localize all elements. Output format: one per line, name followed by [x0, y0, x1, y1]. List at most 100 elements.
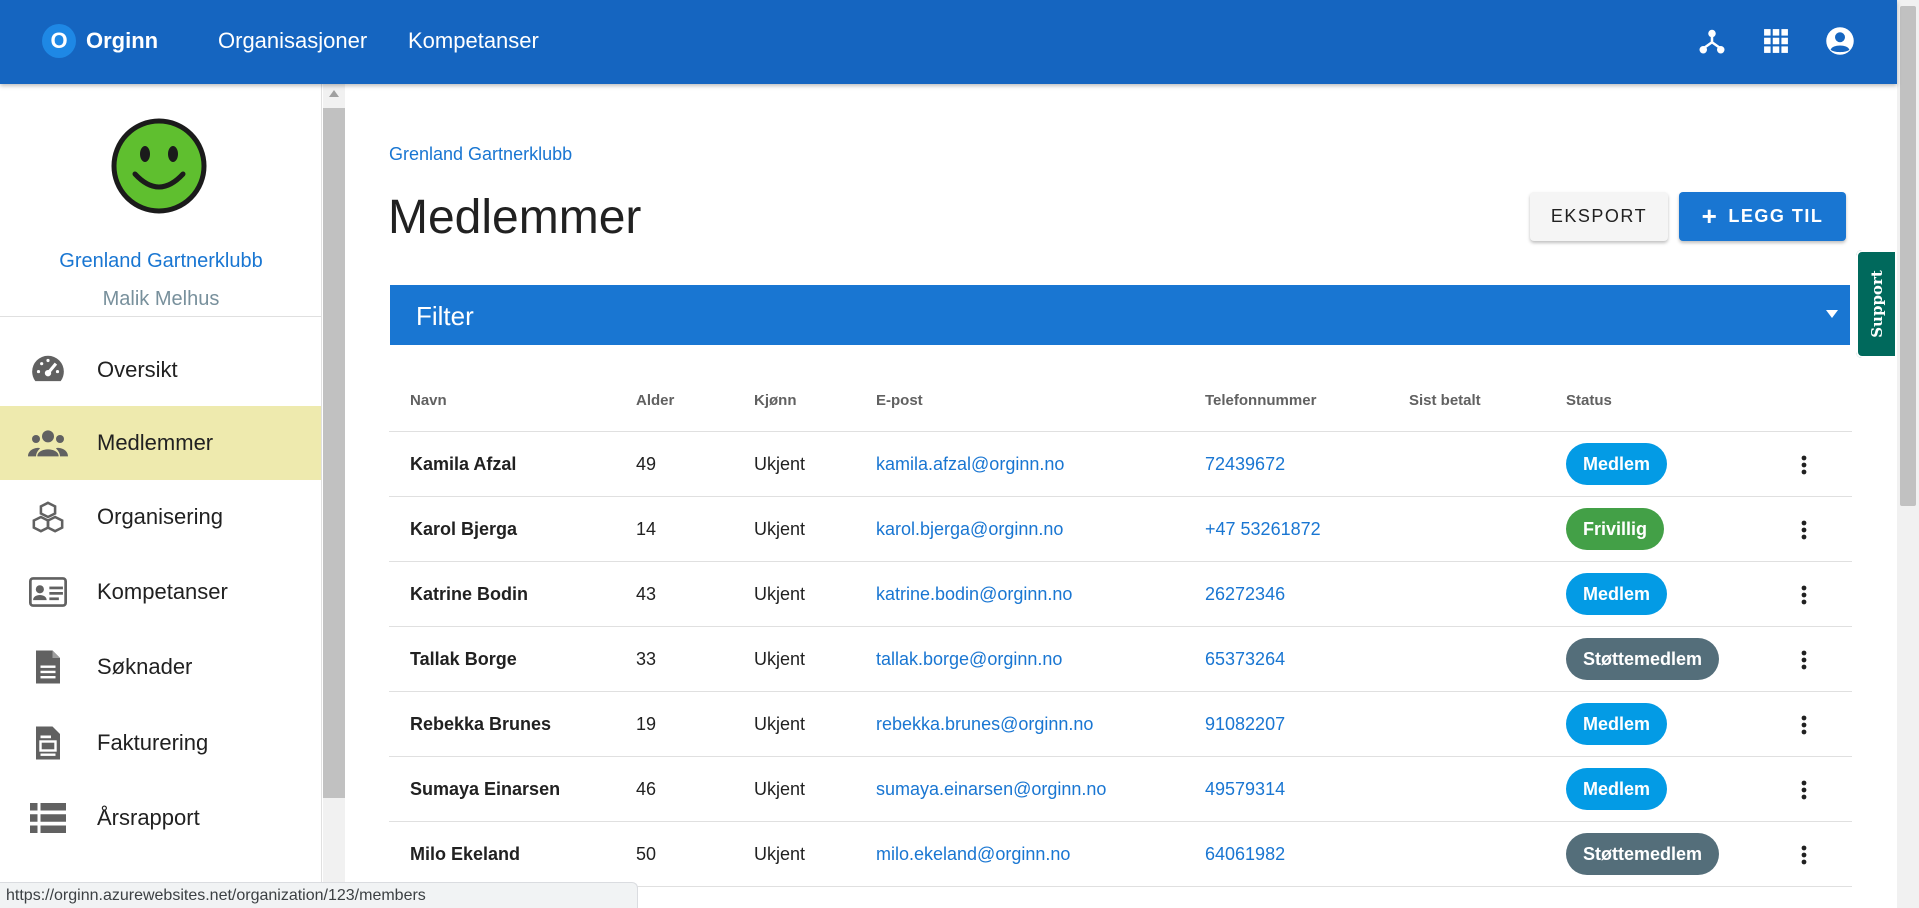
sidebar-org-name[interactable]: Grenland Gartnerklubb	[0, 250, 321, 273]
column-header-kjonn[interactable]: Kjønn	[754, 392, 797, 409]
member-phone-link[interactable]: +47 53261872	[1205, 519, 1321, 540]
member-email-link[interactable]: katrine.bodin@orginn.no	[876, 584, 1072, 605]
column-header-navn[interactable]: Navn	[410, 392, 447, 409]
table-row[interactable]: Sumaya Einarsen 46 Ukjent sumaya.einarsen@o…	[389, 757, 1852, 822]
member-phone-link[interactable]: 72439672	[1205, 454, 1285, 475]
sidebar-item-organisering[interactable]: Organisering	[0, 480, 321, 554]
sidebar-item-label: Medlemmer	[97, 430, 214, 455]
app-bar: O Orginn Organisasjoner Kompetanser	[0, 0, 1897, 84]
more-vert-icon[interactable]	[1791, 842, 1817, 868]
sidebar-item-label: Kompetanser	[97, 579, 228, 604]
account-circle-icon[interactable]	[1823, 24, 1857, 58]
sidebar-item-arsrapport[interactable]: Årsrapport	[0, 781, 321, 855]
member-email-link[interactable]: karol.bjerga@orginn.no	[876, 519, 1063, 540]
sidebar-item-label: Organisering	[97, 504, 223, 529]
status-badge: Frivillig	[1566, 508, 1665, 550]
status-badge: Støttemedlem	[1566, 833, 1720, 875]
more-vert-icon[interactable]	[1791, 777, 1817, 803]
status-badge: Medlem	[1566, 768, 1668, 810]
table-row[interactable]: Katrine Bodin 43 Ukjent katrine.bodin@orgin…	[389, 562, 1852, 627]
table-row[interactable]: Karol Bjerga 14 Ukjent karol.bjerga@orginn.…	[389, 497, 1852, 562]
table-body: Kamila Afzal 49 Ukjent kamila.afzal@orginn.…	[389, 432, 1852, 887]
invoice-icon	[28, 723, 68, 763]
brand-logo[interactable]: O Orginn	[42, 24, 158, 58]
add-member-label: LEGG TIL	[1728, 206, 1824, 226]
sidebar-item-kompetanser[interactable]: Kompetanser	[0, 555, 321, 629]
sidebar-item-medlemmer[interactable]: Medlemmer	[0, 406, 321, 480]
support-label: Support	[1867, 270, 1886, 338]
sidebar-item-oversikt[interactable]: Oversikt	[0, 333, 321, 407]
org-avatar	[111, 118, 207, 214]
column-header-sist-betalt[interactable]: Sist betalt	[1409, 392, 1481, 409]
member-age: 33	[636, 649, 657, 669]
table-row[interactable]: Kamila Afzal 49 Ukjent kamila.afzal@orginn.…	[389, 432, 1852, 497]
filter-panel-header[interactable]: Filter	[390, 285, 1850, 345]
id-card-icon	[28, 572, 68, 612]
member-gender: Ukjent	[754, 454, 806, 474]
column-header-alder[interactable]: Alder	[636, 392, 674, 409]
sidebar-item-label: Søknader	[97, 654, 193, 679]
member-age: 50	[636, 844, 657, 864]
sidebar-item-label: Oversikt	[97, 357, 178, 382]
column-header-status[interactable]: Status	[1566, 392, 1612, 409]
member-phone-link[interactable]: 91082207	[1205, 714, 1285, 735]
member-email-link[interactable]: tallak.borge@orginn.no	[876, 649, 1062, 670]
support-tab[interactable]: Support	[1856, 250, 1897, 358]
more-vert-icon[interactable]	[1791, 517, 1817, 543]
member-phone-link[interactable]: 65373264	[1205, 649, 1285, 670]
sidebar-item-soknader[interactable]: Søknader	[0, 630, 321, 704]
browser-status-url: https://orginn.azurewebsites.net/organiz…	[0, 882, 638, 908]
sidebar: Grenland Gartnerklubb Malik Melhus Overs…	[0, 84, 322, 908]
add-member-button[interactable]: + LEGG TIL	[1679, 192, 1846, 241]
cubes-icon	[28, 497, 68, 537]
page-scrollbar-thumb[interactable]	[1900, 6, 1916, 506]
member-gender: Ukjent	[754, 844, 806, 864]
scroll-up-arrow-icon[interactable]	[329, 90, 339, 97]
member-phone-link[interactable]: 26272346	[1205, 584, 1285, 605]
member-age: 43	[636, 584, 657, 604]
brand-logo-icon: O	[42, 24, 76, 58]
export-button[interactable]: EKSPORT	[1530, 192, 1668, 241]
table-header: Navn Alder Kjønn E-post Telefonnummer Si…	[389, 372, 1852, 432]
speedometer-icon	[28, 350, 68, 390]
sidebar-item-fakturering[interactable]: Fakturering	[0, 706, 321, 780]
table-row[interactable]: Tallak Borge 33 Ukjent tallak.borge@orginn.…	[389, 627, 1852, 692]
document-icon	[28, 647, 68, 687]
member-age: 46	[636, 779, 657, 799]
member-gender: Ukjent	[754, 779, 806, 799]
member-email-link[interactable]: milo.ekeland@orginn.no	[876, 844, 1070, 865]
more-vert-icon[interactable]	[1791, 712, 1817, 738]
table-row[interactable]: Milo Ekeland 50 Ukjent milo.ekeland@orginn.…	[389, 822, 1852, 887]
member-name: Sumaya Einarsen	[410, 779, 561, 799]
apps-grid-icon[interactable]	[1759, 24, 1793, 58]
nav-organisasjoner[interactable]: Organisasjoner	[218, 28, 367, 54]
more-vert-icon[interactable]	[1791, 582, 1817, 608]
more-vert-icon[interactable]	[1791, 452, 1817, 478]
member-name: Karol Bjerga	[410, 519, 518, 539]
breadcrumb[interactable]: Grenland Gartnerklubb	[389, 144, 572, 165]
member-name: Milo Ekeland	[410, 844, 521, 864]
table-row[interactable]: Rebekka Brunes 19 Ukjent rebekka.brunes@org…	[389, 692, 1852, 757]
people-icon	[28, 423, 68, 463]
member-phone-link[interactable]: 49579314	[1205, 779, 1285, 800]
sidebar-scrollbar-thumb[interactable]	[323, 108, 345, 798]
member-age: 49	[636, 454, 657, 474]
brand-name: Orginn	[86, 28, 159, 53]
member-name: Tallak Borge	[410, 649, 517, 669]
column-header-epost[interactable]: E-post	[876, 392, 923, 409]
member-gender: Ukjent	[754, 519, 806, 539]
member-name: Katrine Bodin	[410, 584, 529, 604]
hierarchy-icon[interactable]	[1695, 24, 1729, 58]
member-email-link[interactable]: kamila.afzal@orginn.no	[876, 454, 1064, 475]
list-icon	[28, 798, 68, 838]
member-email-link[interactable]: rebekka.brunes@orginn.no	[876, 714, 1093, 735]
more-vert-icon[interactable]	[1791, 647, 1817, 673]
nav-kompetanser[interactable]: Kompetanser	[408, 28, 539, 54]
filter-label: Filter	[416, 301, 474, 331]
sidebar-user-name: Malik Melhus	[102, 288, 220, 310]
member-email-link[interactable]: sumaya.einarsen@orginn.no	[876, 779, 1106, 800]
column-header-telefonnummer[interactable]: Telefonnummer	[1205, 392, 1316, 409]
member-phone-link[interactable]: 64061982	[1205, 844, 1285, 865]
member-name: Rebekka Brunes	[410, 714, 552, 734]
status-badge: Medlem	[1566, 443, 1668, 485]
